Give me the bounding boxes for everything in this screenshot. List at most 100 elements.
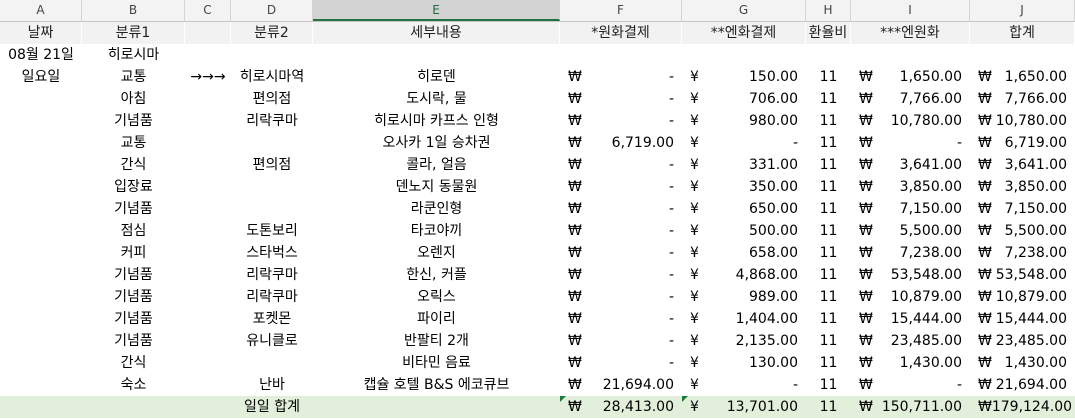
column-header-b[interactable]: B: [82, 0, 185, 21]
arrow-cell[interactable]: [185, 88, 231, 110]
rate-cell[interactable]: 11: [806, 308, 851, 330]
krw-payment-cell[interactable]: ₩6,719.00: [560, 132, 682, 154]
header-jpy-payment[interactable]: **엔화결제: [682, 22, 806, 44]
detail-cell[interactable]: 파이리: [313, 308, 560, 330]
category1-cell[interactable]: 간식: [82, 154, 185, 176]
total-empty-b[interactable]: [82, 396, 185, 418]
category2-cell[interactable]: 스타벅스: [231, 242, 313, 264]
empty-cell[interactable]: [0, 132, 82, 154]
jpy-payment-cell[interactable]: ¥650.00: [682, 198, 806, 220]
jpy-to-krw-cell[interactable]: ₩5,500.00: [851, 220, 970, 242]
category2-cell[interactable]: 히로시마역: [231, 66, 313, 88]
arrow-cell[interactable]: [185, 330, 231, 352]
total-empty-c[interactable]: [185, 396, 231, 418]
jpy-payment-cell[interactable]: ¥989.00: [682, 286, 806, 308]
category2-cell[interactable]: 리락쿠마: [231, 286, 313, 308]
total-label[interactable]: 일일 합계: [231, 396, 313, 418]
total-empty-a[interactable]: [0, 396, 82, 418]
sum-cell[interactable]: ₩23,485.00: [970, 330, 1075, 352]
rate-cell[interactable]: 11: [806, 198, 851, 220]
header-date[interactable]: 날짜: [0, 22, 82, 44]
category1-cell[interactable]: 입장료: [82, 176, 185, 198]
empty-cell[interactable]: [0, 264, 82, 286]
detail-cell[interactable]: 콜라, 얼음: [313, 154, 560, 176]
jpy-payment-cell[interactable]: ¥1,404.00: [682, 308, 806, 330]
sum-cell[interactable]: ₩21,694.00: [970, 374, 1075, 396]
jpy-payment-cell[interactable]: ¥ -: [682, 374, 806, 396]
jpy-to-krw-cell[interactable]: ₩23,485.00: [851, 330, 970, 352]
total-empty-e[interactable]: [313, 396, 560, 418]
category2-cell[interactable]: [231, 198, 313, 220]
column-header-h[interactable]: H: [806, 0, 851, 21]
sum-cell[interactable]: ₩3,850.00: [970, 176, 1075, 198]
arrow-cell[interactable]: [185, 154, 231, 176]
date-cell[interactable]: 08월 21일: [0, 44, 82, 66]
column-header-a[interactable]: A: [0, 0, 82, 21]
detail-cell[interactable]: 오사카 1일 승차권: [313, 132, 560, 154]
detail-cell[interactable]: 히로덴: [313, 66, 560, 88]
krw-payment-cell[interactable]: ₩ -: [560, 242, 682, 264]
detail-cell[interactable]: 비타민 음료: [313, 352, 560, 374]
header-krw-payment[interactable]: *원화결제: [560, 22, 682, 44]
empty-cell[interactable]: [0, 308, 82, 330]
detail-cell[interactable]: 라쿤인형: [313, 198, 560, 220]
jpy-to-krw-cell[interactable]: ₩3,850.00: [851, 176, 970, 198]
detail-cell[interactable]: 한신, 커플: [313, 264, 560, 286]
total-jpy-to-krw[interactable]: ₩ 150,711.00: [851, 396, 970, 418]
krw-payment-cell[interactable]: ₩ -: [560, 154, 682, 176]
category1-cell[interactable]: 기념품: [82, 110, 185, 132]
krw-payment-cell[interactable]: ₩ -: [560, 264, 682, 286]
category2-cell[interactable]: [231, 132, 313, 154]
rate-cell[interactable]: 11: [806, 88, 851, 110]
empty-cell[interactable]: [0, 110, 82, 132]
jpy-payment-cell[interactable]: ¥2,135.00: [682, 330, 806, 352]
jpy-payment-cell[interactable]: ¥500.00: [682, 220, 806, 242]
empty-cell[interactable]: [0, 154, 82, 176]
jpy-to-krw-cell[interactable]: ₩10,780.00: [851, 110, 970, 132]
krw-payment-cell[interactable]: ₩ -: [560, 176, 682, 198]
column-header-c[interactable]: C: [185, 0, 231, 21]
category2-cell[interactable]: 도톤보리: [231, 220, 313, 242]
jpy-to-krw-cell[interactable]: ₩1,430.00: [851, 352, 970, 374]
detail-cell[interactable]: 캡슐 호텔 B&S 에코큐브: [313, 374, 560, 396]
empty-cell[interactable]: [0, 352, 82, 374]
total-rate[interactable]: 11: [806, 396, 851, 418]
rate-cell[interactable]: 11: [806, 176, 851, 198]
place-cell[interactable]: 히로시마: [82, 44, 185, 66]
rate-cell[interactable]: 11: [806, 110, 851, 132]
rate-cell[interactable]: 11: [806, 132, 851, 154]
empty-cell[interactable]: [0, 330, 82, 352]
krw-payment-cell[interactable]: ₩ -: [560, 198, 682, 220]
category1-cell[interactable]: 교통: [82, 66, 185, 88]
category1-cell[interactable]: 점심: [82, 220, 185, 242]
sum-cell[interactable]: ₩7,150.00: [970, 198, 1075, 220]
category2-cell[interactable]: 난바: [231, 374, 313, 396]
rate-cell[interactable]: 11: [806, 264, 851, 286]
sum-cell[interactable]: ₩5,500.00: [970, 220, 1075, 242]
column-header-i[interactable]: I: [851, 0, 970, 21]
column-header-d[interactable]: D: [231, 0, 313, 21]
category2-cell[interactable]: 리락쿠마: [231, 110, 313, 132]
krw-payment-cell[interactable]: ₩ -: [560, 308, 682, 330]
category1-cell[interactable]: 교통: [82, 132, 185, 154]
category2-cell[interactable]: 포켓몬: [231, 308, 313, 330]
category2-cell[interactable]: [231, 176, 313, 198]
category1-cell[interactable]: 아침: [82, 88, 185, 110]
column-header-f[interactable]: F: [560, 0, 682, 21]
arrow-cell[interactable]: [185, 110, 231, 132]
sum-cell[interactable]: ₩6,719.00: [970, 132, 1075, 154]
rate-cell[interactable]: 11: [806, 66, 851, 88]
category2-cell[interactable]: [231, 352, 313, 374]
category1-cell[interactable]: 숙소: [82, 374, 185, 396]
column-header-e[interactable]: E: [313, 0, 560, 21]
rate-cell[interactable]: 11: [806, 374, 851, 396]
total-sum[interactable]: ₩ 179,124.00: [970, 396, 1075, 418]
empty-cell[interactable]: [0, 176, 82, 198]
arrow-cell[interactable]: [185, 198, 231, 220]
category2-cell[interactable]: 편의점: [231, 88, 313, 110]
empty-cell[interactable]: [0, 374, 82, 396]
weekday-cell[interactable]: 일요일: [0, 66, 82, 88]
jpy-payment-cell[interactable]: ¥4,868.00: [682, 264, 806, 286]
krw-payment-cell[interactable]: ₩ -: [560, 110, 682, 132]
krw-payment-cell[interactable]: ₩ -: [560, 88, 682, 110]
